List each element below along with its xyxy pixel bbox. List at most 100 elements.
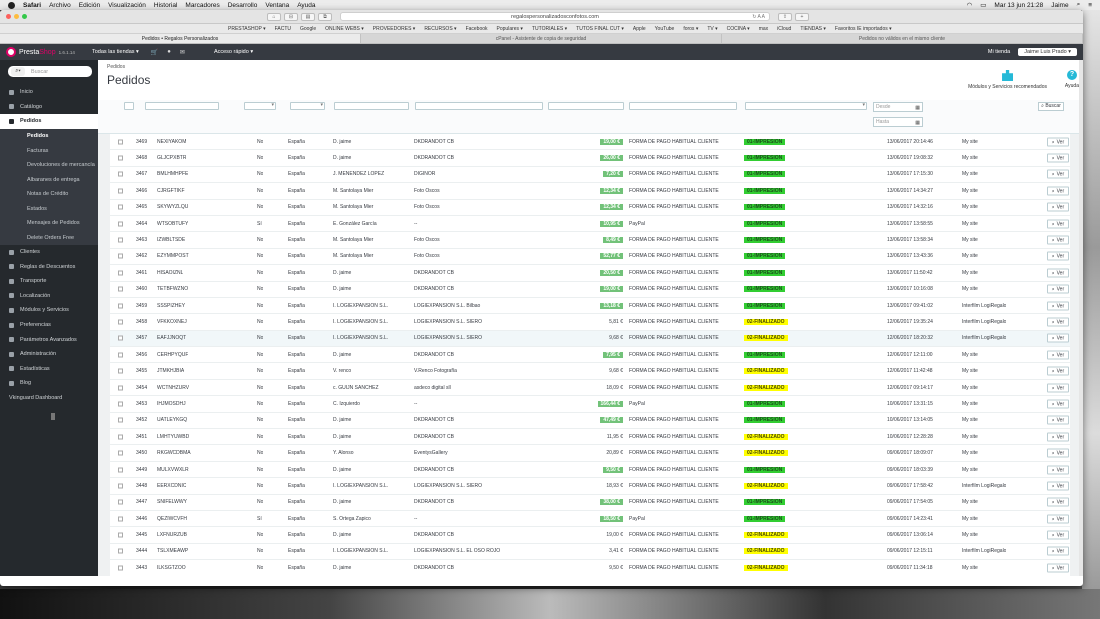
- bookmark-item[interactable]: FACTU: [275, 26, 291, 32]
- sidebar-item[interactable]: Estadísticas: [0, 362, 98, 377]
- table-row[interactable]: 3455 JTMKHJBIA No España V. renco V.Renco Fot…: [110, 363, 1070, 380]
- filter-id-input[interactable]: [124, 102, 134, 110]
- sidebar-item[interactable]: Administración: [0, 347, 98, 362]
- row-checkbox[interactable]: [118, 401, 123, 407]
- row-checkbox[interactable]: [118, 450, 123, 456]
- view-order-button[interactable]: ⌕ Ver: [1047, 137, 1069, 147]
- quick-access-dropdown[interactable]: Acceso rápido ▾: [214, 49, 253, 55]
- sidebar-subitem[interactable]: Mensajes de Pedidos: [0, 216, 98, 231]
- bookmark-item[interactable]: Apple: [633, 26, 646, 32]
- envelope-icon[interactable]: ✉: [180, 49, 185, 56]
- view-order-button[interactable]: ⌕ Ver: [1047, 497, 1069, 507]
- user-icon[interactable]: ●: [167, 49, 171, 55]
- search-icon[interactable]: ⌕▾: [11, 67, 25, 76]
- filter-payment-input[interactable]: [629, 102, 737, 110]
- table-row[interactable]: 3447 SNIFELWWY No España D. jaime DKDRANDOT C…: [110, 494, 1070, 511]
- row-checkbox[interactable]: [118, 368, 123, 374]
- sidebar-subitem[interactable]: Delete Orders Free: [0, 230, 98, 245]
- row-checkbox[interactable]: [118, 270, 123, 276]
- sidebar-item[interactable]: Parámetros Avanzados: [0, 332, 98, 347]
- view-order-button[interactable]: ⌕ Ver: [1047, 530, 1069, 540]
- bookmark-item[interactable]: TUTORIALES ▾: [532, 26, 567, 32]
- row-checkbox[interactable]: [118, 335, 123, 341]
- search-button[interactable]: ⌕ Buscar: [1038, 102, 1064, 111]
- table-row[interactable]: 3453 IHJMOSDHJ No España C. Izquierdo -- 166,4…: [110, 396, 1070, 413]
- filter-customer-input[interactable]: [334, 102, 409, 110]
- bookmark-item[interactable]: foros ▾: [683, 26, 698, 32]
- table-row[interactable]: 3465 SKYWYZLQU No España M. Santolaya Mier Fo…: [110, 199, 1070, 216]
- row-checkbox[interactable]: [118, 286, 123, 292]
- battery-icon[interactable]: ▭: [980, 1, 986, 9]
- bookmark-item[interactable]: YouTube: [655, 26, 675, 32]
- filter-date-from[interactable]: Desde ▦: [873, 102, 923, 112]
- address-bar[interactable]: regalospersonalizadosconfotos.com ↻ A A: [340, 12, 770, 21]
- view-order-button[interactable]: ⌕ Ver: [1047, 350, 1069, 360]
- stores-dropdown[interactable]: Todas las tiendas ▾: [92, 49, 139, 55]
- bookmark-item[interactable]: Populares ▾: [497, 26, 523, 32]
- bookmark-item[interactable]: Favoritos IE importados ▾: [835, 26, 892, 32]
- view-order-button[interactable]: ⌕ Ver: [1047, 333, 1069, 343]
- table-row[interactable]: 3452 UATLEYKGQ No España D. jaime DKDRANDOT C…: [110, 412, 1070, 430]
- row-checkbox[interactable]: [118, 434, 123, 440]
- menu-app-name[interactable]: Safari: [23, 2, 41, 9]
- browser-tab[interactable]: Pedidos • Regalos Personalizados: [0, 34, 361, 43]
- sidebar-subitem[interactable]: Estados: [0, 201, 98, 216]
- filter-date-to[interactable]: Hasta ▦: [873, 117, 923, 127]
- spotlight-icon[interactable]: ⌕: [1077, 1, 1081, 9]
- minimize-icon[interactable]: [14, 14, 19, 19]
- sidebar-subitem[interactable]: Albaranes de entrega: [0, 172, 98, 187]
- scrollbar[interactable]: [1079, 60, 1083, 576]
- table-row[interactable]: 3456 CERHPYQUF No España D. jaime DKDRANDOT C…: [110, 347, 1070, 364]
- row-checkbox[interactable]: [118, 204, 123, 210]
- view-order-button[interactable]: ⌕ Ver: [1047, 465, 1069, 474]
- bookmark-item[interactable]: iCloud: [777, 26, 791, 32]
- table-row[interactable]: 3466 CJRGFTIKF No España M. Santolaya Mier Fo…: [110, 183, 1070, 200]
- filter-country-select[interactable]: [290, 102, 325, 110]
- browser-tab[interactable]: Pedidos no válidos en el mismo cliente: [722, 34, 1083, 43]
- user-menu[interactable]: Jaime Luis Prado ▾: [1018, 48, 1077, 56]
- sidebar-item[interactable]: Transporte: [0, 274, 98, 289]
- menubar-clock[interactable]: Mar 13 jun 21:28: [994, 2, 1043, 9]
- cart-icon[interactable]: 🛒: [151, 49, 158, 56]
- view-order-button[interactable]: ⌕ Ver: [1047, 202, 1069, 212]
- view-order-button[interactable]: ⌕ Ver: [1047, 251, 1069, 261]
- view-order-button[interactable]: ⌕ Ver: [1047, 546, 1069, 556]
- my-shop-link[interactable]: Mi tienda: [988, 49, 1010, 55]
- menu-list-icon[interactable]: ≡: [1088, 2, 1092, 9]
- table-row[interactable]: 3462 EZYMMPOST No España M. Santolaya Mier Fo…: [110, 248, 1070, 266]
- row-checkbox[interactable]: [118, 516, 123, 522]
- view-order-button[interactable]: ⌕ Ver: [1047, 432, 1069, 442]
- menu-item-0[interactable]: Archivo: [49, 2, 71, 9]
- row-checkbox[interactable]: [118, 467, 123, 472]
- table-row[interactable]: 3450 RKGWCDBMA No España Y. Alonso EventysGal…: [110, 445, 1070, 462]
- sidebar-item[interactable]: Blog: [0, 376, 98, 391]
- filter-new-client-select[interactable]: [244, 102, 276, 110]
- menu-item-4[interactable]: Marcadores: [185, 2, 219, 9]
- row-checkbox[interactable]: [118, 303, 123, 309]
- view-order-button[interactable]: ⌕ Ver: [1047, 235, 1069, 245]
- sidebar-item[interactable]: Preferencias: [0, 318, 98, 333]
- bookmark-item[interactable]: TIENDAS ▾: [800, 26, 826, 32]
- reader-button[interactable]: ▤: [301, 12, 315, 21]
- sidebar-item[interactable]: Módulos y Servicios: [0, 303, 98, 318]
- menu-item-3[interactable]: Historial: [154, 2, 177, 9]
- table-row[interactable]: 3458 VFKKOXNEJ No España I. LOGIEXPANSION S.…: [110, 314, 1070, 331]
- recommended-modules-button[interactable]: Módulos y Servicios recomendados: [968, 70, 1047, 90]
- row-checkbox[interactable]: [118, 532, 123, 538]
- new-tab-button[interactable]: +: [795, 12, 809, 21]
- menu-item-1[interactable]: Edición: [79, 2, 100, 9]
- filter-total-input[interactable]: [548, 102, 624, 110]
- table-row[interactable]: 3461 HISAOIZNL No España D. jaime DKDRANDOT C…: [110, 265, 1070, 282]
- row-checkbox[interactable]: [118, 565, 123, 571]
- view-order-button[interactable]: ⌕ Ver: [1047, 399, 1069, 409]
- row-checkbox[interactable]: [118, 417, 123, 423]
- bookmark-item[interactable]: PRESTASHOP ▾: [228, 26, 266, 32]
- table-row[interactable]: 3445 LXFNURZUB No España D. jaime DKDRANDOT C…: [110, 527, 1070, 544]
- view-order-button[interactable]: ⌕ Ver: [1047, 317, 1069, 327]
- sidebar-item[interactable]: Clientes: [0, 245, 98, 260]
- table-row[interactable]: 3454 WCTNHZURV No España c. GUIJN SANCHEZ asd…: [110, 379, 1070, 397]
- row-checkbox[interactable]: [118, 171, 123, 177]
- sidebar-subitem[interactable]: Devoluciones de mercancía: [0, 158, 98, 173]
- table-row[interactable]: 3460 TETBFWZNO No España D. jaime DKDRANDOT C…: [110, 281, 1070, 298]
- row-checkbox[interactable]: [118, 483, 123, 489]
